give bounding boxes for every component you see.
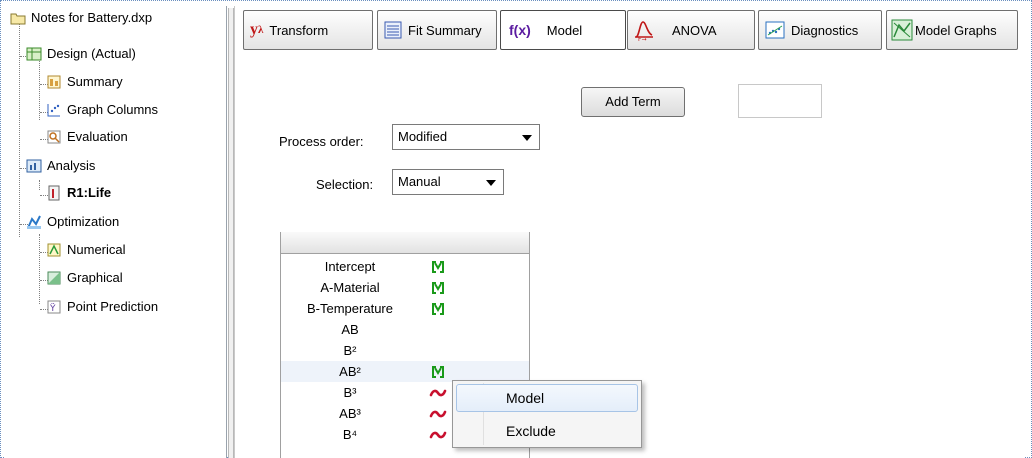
design-table-icon xyxy=(26,46,42,62)
context-menu: Model Exclude xyxy=(452,380,642,448)
tree-item-optimization[interactable]: Optimization xyxy=(26,211,119,233)
tree-item-point-prediction[interactable]: Ÿ Point Prediction xyxy=(46,296,158,318)
tree-item-graph-columns[interactable]: Graph Columns xyxy=(46,99,158,121)
anova-button[interactable]: F→ ANOVA xyxy=(627,10,755,50)
empty-marker[interactable] xyxy=(429,321,447,339)
table-row[interactable]: A-Material xyxy=(281,277,529,298)
transform-button[interactable]: yλ Transform xyxy=(243,10,373,50)
aliased-marker-icon[interactable] xyxy=(429,384,447,402)
evaluation-icon xyxy=(46,129,62,145)
selection-select[interactable]: Manual xyxy=(392,169,504,195)
dropdown-arrow-icon xyxy=(522,135,532,141)
numerical-icon xyxy=(46,242,62,258)
diagnostics-button[interactable]: Diagnostics xyxy=(758,10,882,50)
model-marker-icon[interactable] xyxy=(429,279,447,297)
folder-icon xyxy=(10,10,26,26)
tree-item-graphical[interactable]: Graphical xyxy=(46,267,123,289)
table-row[interactable]: AB xyxy=(281,319,529,340)
model-marker-icon[interactable] xyxy=(429,258,447,276)
tree-item-response-r1[interactable]: R1:Life xyxy=(46,182,111,204)
table-row-selected[interactable]: AB² xyxy=(281,361,529,382)
aliased-marker-icon[interactable] xyxy=(429,426,447,444)
analysis-icon xyxy=(26,158,42,174)
menu-item-exclude[interactable]: Exclude xyxy=(456,417,638,445)
surface-graph-icon xyxy=(891,19,913,41)
tree-item-root[interactable]: Notes for Battery.dxp xyxy=(10,7,152,29)
model-marker-icon[interactable] xyxy=(429,300,447,318)
response-icon xyxy=(46,185,62,201)
add-term-button[interactable]: Add Term xyxy=(581,87,685,117)
summary-icon xyxy=(46,74,62,90)
model-graphs-button[interactable]: Model Graphs xyxy=(886,10,1018,50)
process-order-select[interactable]: Modified xyxy=(392,124,540,150)
table-row[interactable]: Intercept xyxy=(281,256,529,277)
model-button[interactable]: f(x) Model xyxy=(500,10,626,50)
scatter-plot-icon xyxy=(765,21,785,39)
aliased-marker-icon[interactable] xyxy=(429,405,447,423)
tree-item-summary[interactable]: Summary xyxy=(46,71,123,93)
model-marker-icon[interactable] xyxy=(429,363,447,381)
lambda-icon: yλ xyxy=(250,21,264,38)
function-icon: f(x) xyxy=(509,22,531,38)
tree-item-evaluation[interactable]: Evaluation xyxy=(46,126,128,148)
tree-item-numerical[interactable]: Numerical xyxy=(46,239,126,261)
empty-marker[interactable] xyxy=(429,342,447,360)
f-distribution-icon: F→ xyxy=(634,19,654,41)
menu-item-model[interactable]: Model xyxy=(456,384,638,412)
process-order-label: Process order: xyxy=(279,134,364,149)
tree-item-analysis[interactable]: Analysis xyxy=(26,155,95,177)
point-prediction-icon: Ÿ xyxy=(46,299,62,315)
graphical-icon xyxy=(46,270,62,286)
table-row[interactable]: B-Temperature xyxy=(281,298,529,319)
svg-text:F→: F→ xyxy=(638,36,646,41)
term-input[interactable] xyxy=(738,84,822,118)
svg-text:Ÿ: Ÿ xyxy=(49,303,56,314)
list-icon xyxy=(384,21,402,39)
selection-label: Selection: xyxy=(316,177,374,192)
dropdown-arrow-icon xyxy=(486,180,496,186)
optimization-icon xyxy=(26,214,42,230)
tree-item-design[interactable]: Design (Actual) xyxy=(26,43,136,65)
graph-columns-icon xyxy=(46,102,62,118)
fit-summary-button[interactable]: Fit Summary xyxy=(377,10,497,50)
navigation-tree: Notes for Battery.dxp Design (Actual) Su… xyxy=(4,6,227,458)
table-row[interactable]: B² xyxy=(281,340,529,361)
grid-header xyxy=(281,232,529,254)
